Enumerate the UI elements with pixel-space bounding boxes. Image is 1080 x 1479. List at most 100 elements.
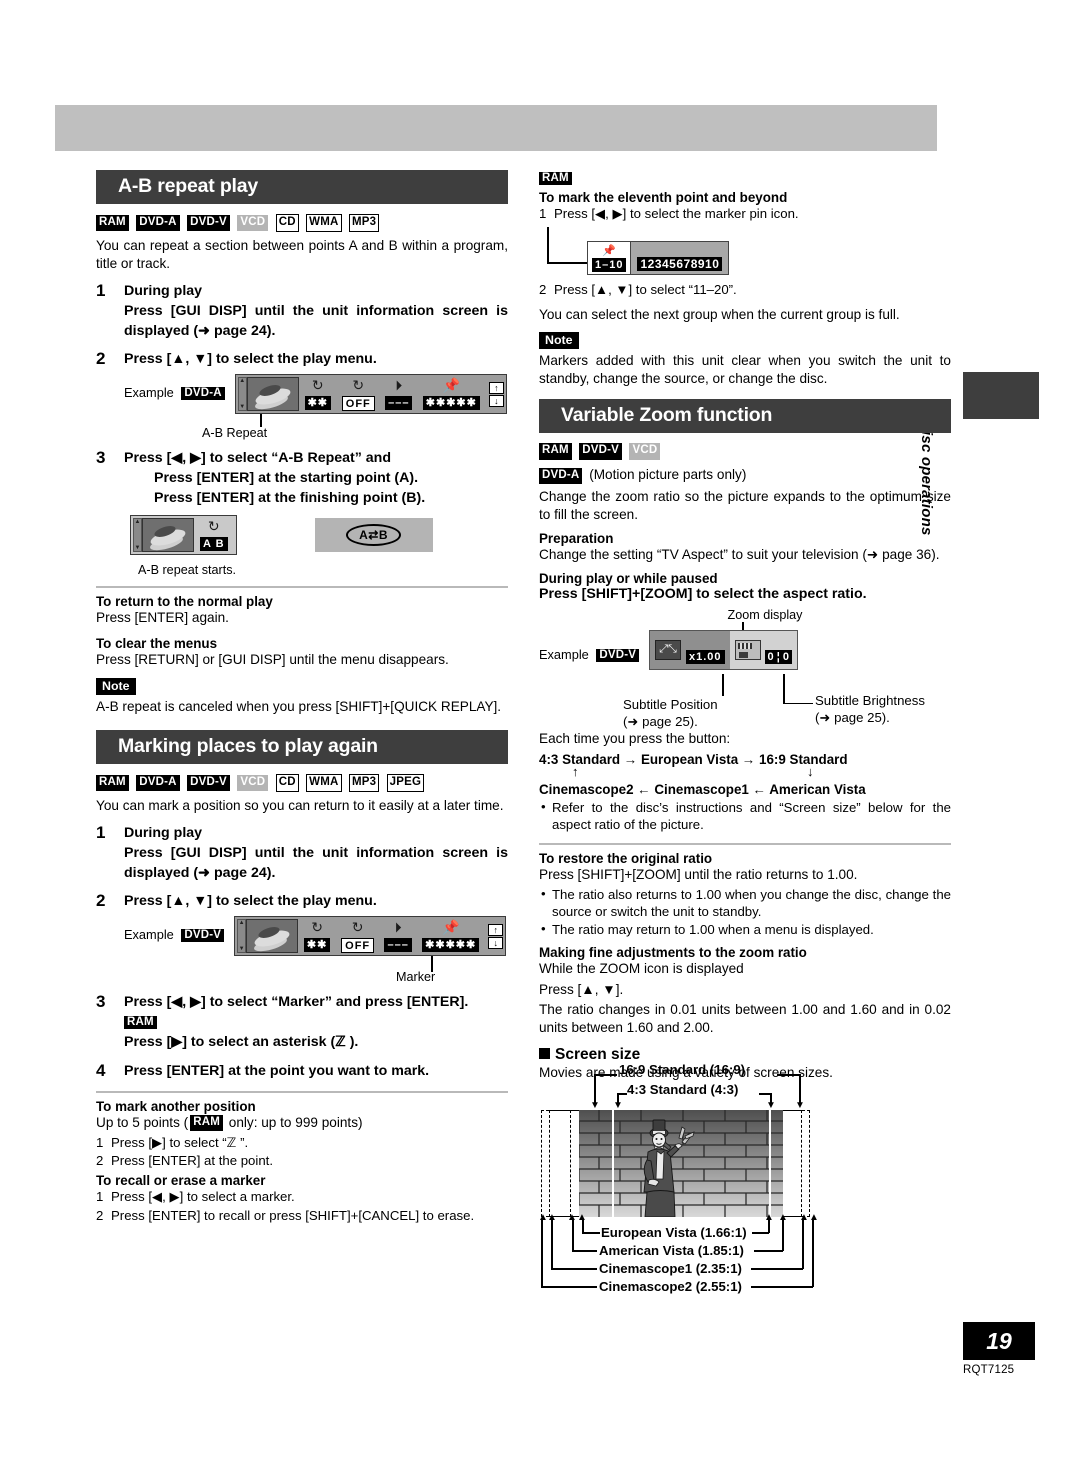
edge-marker-16-9-right (769, 1110, 771, 1217)
scroll-indicator[interactable]: ▲ ▼ (237, 377, 247, 412)
step-number: 1 (96, 280, 106, 300)
intro-text-ab-repeat: You can repeat a section between points … (96, 237, 508, 271)
step-number: 1 (96, 822, 106, 842)
gui-cell-repeat[interactable]: ↻ OFF (337, 377, 380, 412)
badge-ram: RAM (96, 774, 129, 792)
marker-group-selector[interactable]: 📌 1–10 (588, 242, 632, 275)
figure-label-4-3: 4:3 Standard (4:3) (627, 1082, 739, 1097)
side-tab-block (963, 372, 1039, 419)
tip-heading-clear-menus: To clear the menus (96, 635, 218, 651)
badge-mp3: MP3 (348, 214, 380, 232)
bracket-line (751, 1286, 813, 1288)
marker-group-value: 1–10 (592, 257, 627, 272)
badge-dvd-a: DVD-A (181, 387, 225, 401)
repeat-icon: ↻ (352, 377, 365, 394)
callout-leader-line (722, 673, 724, 696)
badge-ram: RAM (539, 172, 572, 186)
badge-ram: RAM (124, 1016, 157, 1030)
intro-text-marking: You can mark a position so you can retur… (96, 797, 504, 813)
badge-vcd: VCD (237, 774, 269, 792)
section-title-variable-zoom: Variable Zoom function (539, 398, 951, 433)
arrow-down-icon[interactable]: ↓ (488, 394, 504, 407)
document-code: RQT7125 (963, 1364, 1015, 1376)
subtitle-position-page: (➜ page 25). (623, 713, 698, 729)
text-each-press: Each time you press the button: (539, 730, 731, 746)
body-fine-3: The ratio changes in 0.01 units between … (539, 1001, 951, 1035)
bullet-restore-2: The ratio may return to 1.00 when a menu… (539, 920, 951, 939)
subtitle-section[interactable]: 0 ¦ 0 (729, 630, 797, 669)
bracket-line (754, 1250, 783, 1252)
step-line: During play (124, 824, 203, 841)
badge-ram: RAM (96, 214, 129, 232)
gui-cell-play-mode[interactable]: ⏵ ––– (380, 377, 418, 411)
step-number: 3 (96, 992, 106, 1012)
gui-cell-marker[interactable]: 📌 ✱✱✱✱✱ (417, 919, 484, 953)
dvda-note-row: DVD-A (Motion picture parts only) (539, 466, 951, 484)
step-line: During play (124, 282, 203, 299)
tip-heading-recall-erase: To recall or erase a marker (96, 1173, 266, 1189)
list-item: 1 Press [▶] to select “ℤ ”. (96, 1134, 249, 1150)
marker-number-strip-wrap: 12345678910 (631, 242, 728, 274)
step-line: Press [GUI DISP] until the unit informat… (124, 302, 508, 339)
example-label-group: Example DVD-V (124, 916, 228, 943)
caption-ab-repeat-starts: A-B repeat starts. (138, 562, 236, 577)
arrow-up-icon: ▲ (799, 1212, 809, 1223)
arrow-up-icon[interactable]: ↑ (488, 923, 504, 936)
zoom-osd-group[interactable]: ⤢⤡ x1.00 0 ¦ 0 (649, 629, 798, 670)
step-1-marking: 1 During play Press [GUI DISP] until the… (96, 822, 508, 884)
play-menu-bar[interactable]: ▲ ▼ ↻ ✱✱ ↻ OFF ⏵ ––– 📌 ✱✱✱✱✱ ↑ ↓ (234, 374, 507, 415)
play-menu-bar[interactable]: ▲ ▼ ↻ ✱✱ ↻ OFF ⏵ ––– 📌 ✱✱✱✱✱ ↑ ↓ (234, 916, 507, 957)
gui-cell-repeat-single[interactable]: ↻ ✱✱ (298, 919, 336, 953)
bracket-line (541, 1286, 597, 1288)
dvda-note-text: (Motion picture parts only) (589, 467, 747, 483)
cycle-row-bottom: Cinemascope2 ← Cinemascope1 ← American V… (539, 781, 866, 797)
gui-cell-updown[interactable]: ↑ ↓ (488, 919, 504, 953)
figure-label-american-vista: American Vista (1.85:1) (599, 1243, 744, 1258)
gui-cell-play-mode[interactable]: ⏵ ––– (379, 919, 417, 953)
body-preparation: Change the setting “TV Aspect” to suit y… (539, 546, 940, 562)
badge-wma: WMA (306, 214, 342, 232)
badge-dvd-v: DVD-V (187, 214, 230, 232)
scroll-indicator[interactable]: ▲ ▼ (133, 517, 142, 552)
bracket-line (777, 1074, 800, 1076)
bracket-line (752, 1232, 769, 1234)
list-item-number: 2 (539, 282, 547, 298)
arrow-down-icon[interactable]: ↓ (488, 936, 504, 949)
marker-pin-group[interactable]: 📌 1–10 12345678910 (587, 241, 730, 276)
badge-jpeg: JPEG (386, 774, 425, 792)
gui-cell-repeat[interactable]: ↻ OFF (336, 919, 379, 954)
manual-page: Disc operations A-B repeat play RAM DVD-… (0, 0, 1080, 1479)
heading-fine-adjust: Making fine adjustments to the zoom rati… (539, 945, 807, 961)
tip-body-return-normal: Press [ENTER] again. (96, 609, 229, 625)
badge-dvd-a: DVD-A (136, 774, 180, 792)
gui-cell-marker[interactable]: 📌 ✱✱✱✱✱ (418, 377, 485, 411)
play-mode-icon: ⏵ (395, 377, 403, 394)
step-line: Press [ENTER] at the starting point (A). (154, 470, 419, 487)
marker-number-strip: 12345678910 (637, 257, 723, 272)
step-number: 2 (96, 349, 106, 369)
badge-dvd-a: DVD-A (539, 467, 583, 484)
gui-value: OFF (341, 938, 375, 954)
callout-leader-line (783, 673, 785, 704)
callout-label-ab-repeat: A-B Repeat (202, 426, 268, 441)
badge-ram: RAM (539, 443, 572, 460)
scroll-indicator[interactable]: ▲ ▼ (237, 919, 247, 954)
gui-cell-repeat-single[interactable]: ↻ ✱✱ (299, 377, 337, 411)
bracket-line (812, 1220, 814, 1287)
note-next-group: You can select the next group when the c… (539, 307, 900, 323)
subtitle-position-text: Subtitle Position (623, 696, 718, 712)
gui-value: ––– (384, 938, 412, 953)
note-body-ab-repeat: A-B repeat is canceled when you press [S… (96, 699, 502, 715)
gui-cell-updown[interactable]: ↑ ↓ (488, 377, 504, 411)
badge-dvd-v: DVD-V (181, 929, 225, 943)
heading-preparation: Preparation (539, 530, 614, 546)
badge-wma: WMA (306, 774, 342, 792)
gui-example-row-ab: Example DVD-A ▲ ▼ ↻ ✱✱ ↻ OFF ⏵ ––– 📌 ✱✱✱… (124, 374, 508, 415)
badge-dvd-a: DVD-A (136, 214, 180, 232)
list-item: 2 Press [ENTER] to recall or press [SHIFT… (96, 1207, 475, 1223)
tip-heading-return-normal: To return to the normal play (96, 593, 273, 609)
arrow-up-icon[interactable]: ↑ (488, 381, 504, 394)
gui-value: ––– (385, 396, 413, 411)
zoom-section[interactable]: ⤢⤡ x1.00 (650, 630, 730, 669)
list-item-text: Press [▶] to select “ℤ ”. (111, 1134, 249, 1150)
